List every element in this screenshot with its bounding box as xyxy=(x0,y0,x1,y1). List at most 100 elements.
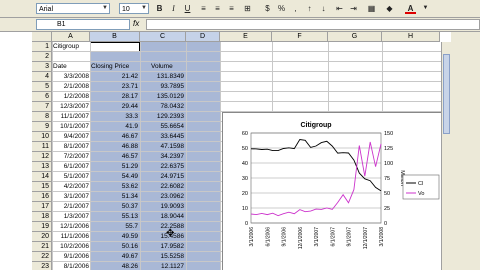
cell-a[interactable]: Citigroup xyxy=(53,42,89,52)
chevron-down-icon[interactable]: ▼ xyxy=(140,4,148,13)
cell-b[interactable]: 28.17 xyxy=(91,92,138,102)
cell-b[interactable]: 33.3 xyxy=(91,112,138,122)
increase-indent-icon[interactable]: ⇥ xyxy=(348,3,359,14)
fill-color-icon[interactable]: ◆ xyxy=(384,3,395,14)
row-header[interactable]: 11 xyxy=(32,142,52,152)
row-header[interactable]: 3 xyxy=(32,62,52,72)
row-header[interactable]: 1 xyxy=(32,42,52,52)
cell-b[interactable]: 29.44 xyxy=(91,102,138,112)
row-header[interactable]: 2 xyxy=(32,52,52,62)
cell-a[interactable]: 12/1/2006 xyxy=(53,222,89,232)
cell-b[interactable]: 49.67 xyxy=(91,252,138,262)
cell-c[interactable] xyxy=(141,42,184,52)
chevron-down-icon[interactable]: ▼ xyxy=(420,3,431,14)
cell-b[interactable]: Closing Price xyxy=(91,62,151,72)
cell-c[interactable]: 18.9044 xyxy=(141,212,185,222)
cell-c[interactable]: Volume xyxy=(151,62,194,72)
cell-a[interactable]: 7/2/2007 xyxy=(53,152,89,162)
row-header[interactable]: 18 xyxy=(32,212,52,222)
font-name-select[interactable]: Arial ▼ xyxy=(36,3,110,14)
cell-b[interactable]: 50.37 xyxy=(91,202,138,212)
row-header[interactable]: 8 xyxy=(32,112,52,122)
cell-c[interactable]: 47.1598 xyxy=(141,142,185,152)
cell-a[interactable]: 12/3/2007 xyxy=(53,102,89,112)
cell-a[interactable]: 2/1/2008 xyxy=(53,82,89,92)
row-header[interactable]: 22 xyxy=(32,252,52,262)
cell-c[interactable]: 135.0129 xyxy=(141,92,184,102)
align-left-icon[interactable]: ≡ xyxy=(198,3,209,14)
cell-a[interactable] xyxy=(53,52,89,62)
cell-c[interactable]: 131.8349 xyxy=(141,72,184,82)
cell-b[interactable]: 55.7 xyxy=(91,222,138,232)
cell-b[interactable]: 46.57 xyxy=(91,152,138,162)
row-header[interactable]: 10 xyxy=(32,132,52,142)
row-header[interactable]: 12 xyxy=(32,152,52,162)
cell-a[interactable]: 11/1/2006 xyxy=(53,232,89,242)
cell-a[interactable]: 2/1/2007 xyxy=(53,202,89,212)
vertical-scrollbar[interactable] xyxy=(441,42,451,270)
cell-a[interactable]: 10/1/2007 xyxy=(53,122,89,132)
row-header[interactable]: 21 xyxy=(32,242,52,252)
row-header[interactable]: 7 xyxy=(32,102,52,112)
fx-icon[interactable]: fx xyxy=(133,19,139,28)
row-header[interactable]: 16 xyxy=(32,192,52,202)
cell-c[interactable]: 22.6082 xyxy=(141,182,185,192)
align-center-icon[interactable]: ≡ xyxy=(212,3,223,14)
increase-decimal-icon[interactable]: ↑ xyxy=(304,3,315,14)
cell-c[interactable]: 55.6654 xyxy=(141,122,185,132)
cell-c[interactable]: 23.0962 xyxy=(141,192,185,202)
chevron-down-icon[interactable]: ▼ xyxy=(101,4,109,13)
cell-b[interactable]: 51.29 xyxy=(91,162,138,172)
cell-b[interactable]: 54.49 xyxy=(91,172,138,182)
name-box[interactable]: B1 xyxy=(36,19,130,30)
column-header-d[interactable]: D xyxy=(186,32,220,42)
column-header-h[interactable]: H xyxy=(382,32,440,42)
merge-center-icon[interactable]: ⊞ xyxy=(242,3,253,14)
row-header[interactable]: 14 xyxy=(32,172,52,182)
cell-b[interactable]: 53.62 xyxy=(91,182,138,192)
formula-input[interactable] xyxy=(146,19,480,30)
cell-a[interactable]: 9/4/2007 xyxy=(53,132,89,142)
align-right-icon[interactable]: ≡ xyxy=(226,3,237,14)
cell-a[interactable]: 4/2/2007 xyxy=(53,182,89,192)
cell-c[interactable]: 22.6375 xyxy=(141,162,185,172)
row-header[interactable]: 15 xyxy=(32,182,52,192)
row-header[interactable]: 23 xyxy=(32,262,52,270)
cell-c[interactable]: 22.2588 xyxy=(141,222,185,232)
row-header[interactable]: 13 xyxy=(32,162,52,172)
font-size-select[interactable]: 10 ▼ xyxy=(119,3,149,14)
column-header-c[interactable]: C xyxy=(140,32,186,42)
cell-a[interactable]: 6/1/2007 xyxy=(53,162,89,172)
cell-c[interactable]: 19.9093 xyxy=(141,202,185,212)
embedded-chart[interactable]: Citigroup 0 10 20 30 40 50 60 0 25 50 75 100 125 150 Mi… xyxy=(222,112,442,270)
percent-icon[interactable]: % xyxy=(276,3,287,14)
cell-c[interactable]: 34.2397 xyxy=(141,152,185,162)
cell-b[interactable]: 55.13 xyxy=(91,212,138,222)
decrease-indent-icon[interactable]: ⇤ xyxy=(334,3,345,14)
row-header[interactable]: 6 xyxy=(32,92,52,102)
cell-a[interactable]: 9/1/2006 xyxy=(53,252,89,262)
column-header-g[interactable]: G xyxy=(328,32,382,42)
cell-c[interactable]: 33.6445 xyxy=(141,132,185,142)
row-header[interactable]: 5 xyxy=(32,82,52,92)
cell-b[interactable]: 51.34 xyxy=(91,192,138,202)
cell-b[interactable]: 21.42 xyxy=(91,72,138,82)
worksheet-grid[interactable]: A B C D E F G H 1 Citigroup 2 3 Date Closing … xyxy=(0,32,480,270)
row-header[interactable]: 17 xyxy=(32,202,52,212)
cell-b[interactable]: 23.71 xyxy=(91,82,138,92)
cell-b[interactable]: 50.16 xyxy=(91,242,138,252)
cell-a[interactable]: 1/3/2007 xyxy=(53,212,89,222)
cell-a[interactable]: 8/1/2007 xyxy=(53,142,89,152)
comma-style-icon[interactable]: , xyxy=(290,3,301,14)
underline-button[interactable]: U xyxy=(182,3,193,14)
cell-b[interactable] xyxy=(91,52,138,62)
cell-a[interactable]: Date xyxy=(53,62,89,72)
cell-c[interactable]: 17.9582 xyxy=(141,242,185,252)
italic-button[interactable]: I xyxy=(168,3,179,14)
row-header[interactable]: 9 xyxy=(32,122,52,132)
cell-b[interactable] xyxy=(91,42,138,52)
row-header[interactable]: 19 xyxy=(32,222,52,232)
bold-button[interactable]: B xyxy=(154,3,165,14)
cell-c[interactable]: 15.4586 xyxy=(141,232,185,242)
cell-a[interactable]: 3/3/2008 xyxy=(53,72,89,82)
